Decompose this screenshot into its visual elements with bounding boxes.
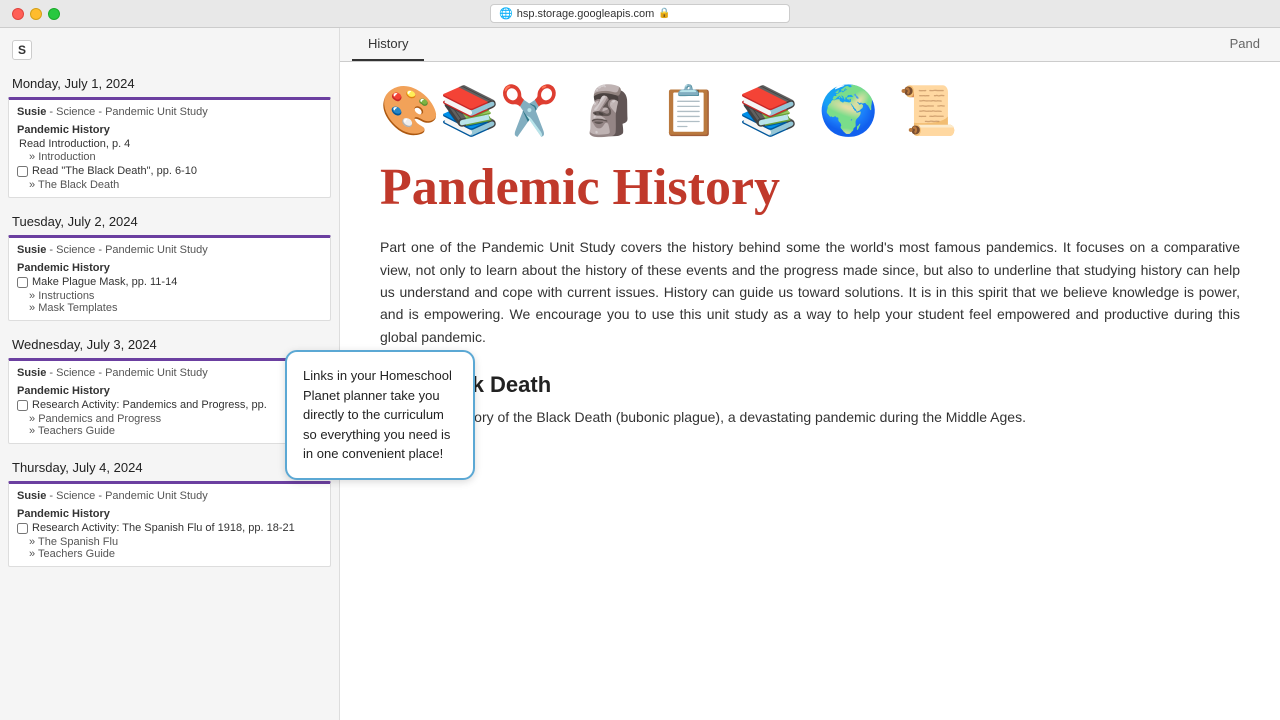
card-header-tuesday: Susie - Science - Pandemic Unit Study xyxy=(17,244,322,256)
card-content-monday: Pandemic History Read Introduction, p. 4… xyxy=(17,124,322,191)
callout-box: Links in your Homeschool Planet planner … xyxy=(285,350,475,480)
card-header-monday: Susie - Science - Pandemic Unit Study xyxy=(17,106,322,118)
card-subject-wednesday: - Science - Pandemic Unit Study xyxy=(49,367,207,379)
url-bar[interactable]: 🌐 hsp.storage.googleapis.com 🔒 xyxy=(490,4,790,23)
sub-item-3: Instructions xyxy=(29,290,322,302)
day-section-monday: Monday, July 1, 2024 Susie - Science - P… xyxy=(0,68,339,198)
day-label-monday: Monday, July 1, 2024 xyxy=(0,68,339,95)
tab-bar: History Pand xyxy=(340,28,1280,62)
card-content-thursday: Pandemic History Research Activity: The … xyxy=(17,508,322,560)
minimize-button[interactable] xyxy=(30,8,42,20)
section1-title: The Black Death xyxy=(380,372,1240,398)
card-subject-thursday: - Science - Pandemic Unit Study xyxy=(49,490,207,502)
student-name-monday: Susie xyxy=(17,106,46,118)
url-text: hsp.storage.googleapis.com xyxy=(517,8,655,20)
sub-item-1: Introduction xyxy=(29,151,322,163)
window-chrome: 🌐 hsp.storage.googleapis.com 🔒 xyxy=(0,0,1280,28)
web-content: 🎨📚✂️ 🗿 📋 📚 🌍 📜 Pandemic History Part one… xyxy=(340,62,1280,449)
student-name-tuesday: Susie xyxy=(17,244,46,256)
planner-card-tuesday: Susie - Science - Pandemic Unit Study Pa… xyxy=(8,235,331,321)
card-subject-tuesday: - Science - Pandemic Unit Study xyxy=(49,244,207,256)
activity-title-tuesday: Pandemic History xyxy=(17,262,322,274)
day-label-tuesday: Tuesday, July 2, 2024 xyxy=(0,206,339,233)
planner-card-wednesday: Susie - Science - Pandemic Unit Study Pa… xyxy=(8,358,331,444)
checkbox-item-3: Research Activity: Pandemics and Progres… xyxy=(17,399,322,411)
student-name-wednesday: Susie xyxy=(17,367,46,379)
callout-text: Links in your Homeschool Planet planner … xyxy=(303,368,452,461)
activity-title-monday: Pandemic History xyxy=(17,124,322,136)
activity-title-thursday: Pandemic History xyxy=(17,508,322,520)
app-container: S Monday, July 1, 2024 Susie - Science -… xyxy=(0,28,1280,720)
card-subject-monday: - Science - Pandemic Unit Study xyxy=(49,106,207,118)
intro-text: Part one of the Pandemic Unit Study cove… xyxy=(380,236,1240,348)
lock-icon: 🔒 xyxy=(658,8,670,19)
checkbox-item-1: Read "The Black Death", pp. 6-10 xyxy=(17,165,322,177)
tab-pand[interactable]: Pand xyxy=(1222,28,1268,61)
day-section-tuesday: Tuesday, July 2, 2024 Susie - Science - … xyxy=(0,206,339,321)
sub-item-6: Teachers Guide xyxy=(29,425,322,437)
sub-item-7: The Spanish Flu xyxy=(29,536,322,548)
web-panel: History Pand 🎨📚✂️ 🗿 📋 📚 🌍 📜 Pandemic His… xyxy=(340,28,1280,720)
sub-item-5: Pandemics and Progress xyxy=(29,413,322,425)
checkbox-item-4: Research Activity: The Spanish Flu of 19… xyxy=(17,522,322,534)
sub-item-2: The Black Death xyxy=(29,179,322,191)
page-main-title: Pandemic History xyxy=(380,159,1240,216)
traffic-lights xyxy=(12,8,60,20)
activity-title-wednesday: Pandemic History xyxy=(17,385,322,397)
checkbox-2[interactable] xyxy=(17,277,28,288)
close-button[interactable] xyxy=(12,8,24,20)
globe-icon: 🌐 xyxy=(499,7,513,20)
checkbox-item-2: Make Plague Mask, pp. 11-14 xyxy=(17,276,322,288)
sub-item-8: Teachers Guide xyxy=(29,548,322,560)
activity-item-1: Read Introduction, p. 4 xyxy=(19,138,322,150)
icon-globe: 🌍 xyxy=(819,82,879,139)
checkbox-4[interactable] xyxy=(17,523,28,534)
card-content-wednesday: Pandemic History Research Activity: Pand… xyxy=(17,385,322,437)
icon-scroll: 📜 xyxy=(898,82,958,139)
planner-card-thursday: Susie - Science - Pandemic Unit Study Pa… xyxy=(8,481,331,567)
sidebar-header: S xyxy=(0,36,339,68)
maximize-button[interactable] xyxy=(48,8,60,20)
checkbox-1[interactable] xyxy=(17,166,28,177)
sub-item-4: Mask Templates xyxy=(29,302,322,314)
planner-card-monday: Susie - Science - Pandemic Unit Study Pa… xyxy=(8,97,331,198)
sidebar-s-badge: S xyxy=(12,40,32,60)
card-header-wednesday: Susie - Science - Pandemic Unit Study xyxy=(17,367,322,379)
student-name-thursday: Susie xyxy=(17,490,46,502)
card-content-tuesday: Pandemic History Make Plague Mask, pp. 1… xyxy=(17,262,322,314)
tab-history[interactable]: History xyxy=(352,28,424,61)
icon-books: 📚 xyxy=(739,82,799,139)
icon-thinker: 🗿 xyxy=(579,82,639,139)
icon-arts-crafts: 🎨📚✂️ xyxy=(380,82,559,139)
section1-text: A read-aloud story of the Black Death (b… xyxy=(380,406,1240,428)
checkbox-3[interactable] xyxy=(17,400,28,411)
card-header-thursday: Susie - Science - Pandemic Unit Study xyxy=(17,490,322,502)
icon-clipboard: 📋 xyxy=(659,82,719,139)
icons-row: 🎨📚✂️ 🗿 📋 📚 🌍 📜 xyxy=(380,82,1240,139)
